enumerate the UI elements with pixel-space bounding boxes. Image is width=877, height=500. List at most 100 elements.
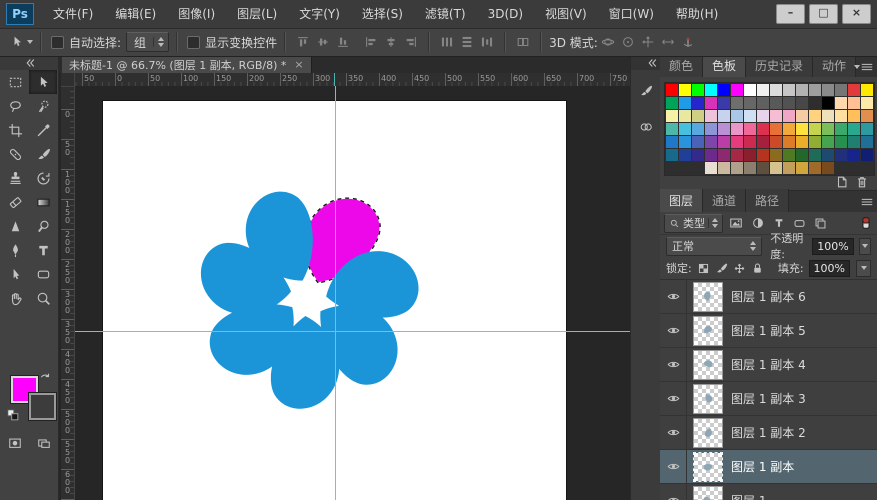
color-swatch[interactable]	[744, 110, 756, 122]
menu-item-1[interactable]: 文件(F)	[42, 0, 104, 28]
color-swatch[interactable]	[757, 110, 769, 122]
color-swatch[interactable]	[679, 123, 691, 135]
color-swatch[interactable]	[796, 123, 808, 135]
color-swatch[interactable]	[666, 84, 678, 96]
canvas-viewport[interactable]	[75, 86, 630, 500]
filter-smart-objects-icon[interactable]	[814, 217, 827, 230]
menu-item-11[interactable]: 帮助(H)	[665, 0, 729, 28]
color-swatch[interactable]	[835, 136, 847, 148]
color-swatch[interactable]	[783, 149, 795, 161]
color-swatch[interactable]	[783, 162, 795, 174]
menu-item-3[interactable]: 图像(I)	[167, 0, 226, 28]
3d-pan-icon[interactable]	[641, 35, 655, 49]
menu-item-7[interactable]: 滤镜(T)	[414, 0, 477, 28]
color-swatch[interactable]	[744, 149, 756, 161]
move-tool[interactable]	[29, 70, 57, 94]
align-left-edges-icon[interactable]	[364, 35, 378, 49]
layer-visibility-eye-icon[interactable]	[667, 324, 680, 337]
layer-visibility-eye-icon[interactable]	[667, 290, 680, 303]
healing-brush-tool[interactable]	[1, 142, 29, 166]
color-swatch[interactable]	[692, 149, 704, 161]
menu-item-10[interactable]: 窗口(W)	[598, 0, 665, 28]
color-swatch[interactable]	[757, 97, 769, 109]
tool-preset-caret-icon[interactable]	[27, 40, 33, 44]
tab-历史记录[interactable]: 历史记录	[746, 54, 814, 77]
lock-pixels-icon[interactable]	[715, 262, 728, 275]
color-swatch[interactable]	[835, 110, 847, 122]
filter-adjustment-layers-icon[interactable]	[751, 216, 765, 230]
horizontal-ruler[interactable]: 50 0 50 100 150 200 250 300 350 400 450 500 550 600 65…	[74, 73, 630, 87]
color-swatch[interactable]	[731, 110, 743, 122]
layer-row[interactable]: 图层 1 副本 4	[660, 348, 877, 382]
color-swatch[interactable]	[796, 110, 808, 122]
layer-thumbnail[interactable]	[693, 383, 723, 414]
color-swatch[interactable]	[705, 110, 717, 122]
3d-roll-icon[interactable]	[621, 35, 635, 49]
color-swatch[interactable]	[731, 162, 743, 174]
color-swatch[interactable]	[731, 84, 743, 96]
color-swatch[interactable]	[666, 149, 678, 161]
color-swatch[interactable]	[692, 123, 704, 135]
dodge-tool[interactable]	[29, 214, 57, 238]
color-swatch[interactable]	[744, 136, 756, 148]
color-swatch[interactable]	[835, 149, 847, 161]
color-swatch[interactable]	[822, 149, 834, 161]
color-swatch[interactable]	[822, 123, 834, 135]
lock-all-icon[interactable]	[751, 262, 764, 275]
color-swatch[interactable]	[692, 136, 704, 148]
menu-item-6[interactable]: 选择(S)	[351, 0, 414, 28]
vertical-ruler[interactable]: 050100150200250300350400450500550600650	[61, 86, 75, 500]
color-swatch[interactable]	[757, 123, 769, 135]
color-swatch[interactable]	[705, 123, 717, 135]
layer-visibility-eye-icon[interactable]	[667, 358, 680, 371]
color-swatch[interactable]	[848, 84, 860, 96]
3d-rotate-icon[interactable]	[601, 35, 615, 49]
new-swatch-icon[interactable]	[835, 175, 849, 189]
filter-shape-layers-icon[interactable]	[793, 217, 806, 230]
color-swatch[interactable]	[718, 84, 730, 96]
color-swatch[interactable]	[809, 84, 821, 96]
auto-align-layers-icon[interactable]	[516, 35, 530, 49]
color-swatch[interactable]	[822, 162, 834, 174]
quick-mask-mode-icon[interactable]	[8, 436, 22, 450]
quick-selection-tool[interactable]	[29, 94, 57, 118]
color-swatch[interactable]	[757, 84, 769, 96]
eraser-tool[interactable]	[1, 190, 29, 214]
color-swatch[interactable]	[770, 84, 782, 96]
color-swatch[interactable]	[744, 162, 756, 174]
layer-thumbnail[interactable]	[693, 349, 723, 380]
align-vertical-centers-icon[interactable]	[316, 35, 330, 49]
color-swatch[interactable]	[848, 149, 860, 161]
delete-swatch-icon[interactable]	[855, 175, 869, 189]
brush-presets-panel-icon[interactable]	[639, 84, 653, 98]
color-swatch[interactable]	[861, 97, 873, 109]
color-swatch[interactable]	[783, 136, 795, 148]
filter-type-layers-icon[interactable]	[773, 217, 785, 229]
history-brush-tool[interactable]	[29, 166, 57, 190]
color-swatch[interactable]	[848, 136, 860, 148]
3d-axis-widget-icon[interactable]	[681, 35, 695, 49]
tab-颜色[interactable]: 颜色	[660, 54, 704, 77]
color-swatch[interactable]	[679, 149, 691, 161]
auto-select-checkbox[interactable]	[51, 35, 64, 49]
color-swatch[interactable]	[822, 84, 834, 96]
color-swatch[interactable]	[679, 136, 691, 148]
layer-row[interactable]: 图层 1 副本 5	[660, 314, 877, 348]
filter-toggle-icon[interactable]	[859, 216, 873, 230]
path-selection-tool[interactable]	[1, 262, 29, 286]
color-swatch[interactable]	[809, 123, 821, 135]
color-swatch[interactable]	[718, 136, 730, 148]
move-tool-preset-icon[interactable]	[10, 35, 24, 49]
sharpen-tool[interactable]	[1, 214, 29, 238]
show-transform-checkbox[interactable]	[187, 35, 201, 49]
tab-图层[interactable]: 图层	[660, 189, 704, 212]
color-swatch[interactable]	[757, 162, 769, 174]
color-swatch[interactable]	[718, 97, 730, 109]
layer-visibility-eye-icon[interactable]	[667, 460, 680, 473]
menu-item-2[interactable]: 编辑(E)	[104, 0, 167, 28]
color-swatch[interactable]	[809, 136, 821, 148]
tab-动作[interactable]: 动作	[813, 54, 857, 77]
gradient-tool[interactable]	[29, 190, 57, 214]
shape-tool[interactable]	[29, 262, 57, 286]
color-swatch[interactable]	[757, 149, 769, 161]
